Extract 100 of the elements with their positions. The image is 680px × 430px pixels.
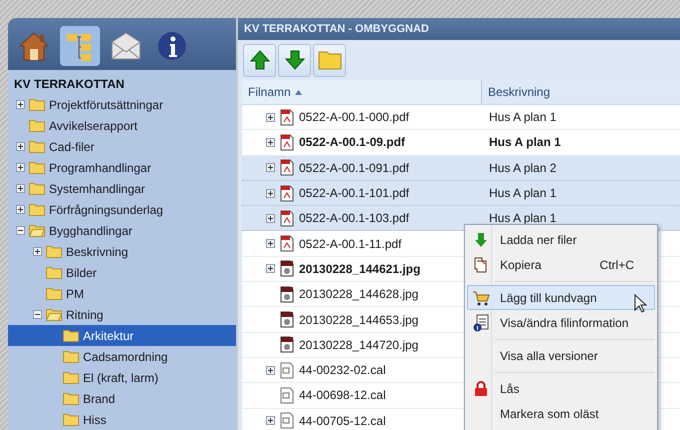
- open-folder-icon: [29, 224, 45, 237]
- expand-toggle-icon[interactable]: [266, 188, 275, 198]
- image-file-icon: [280, 286, 294, 303]
- folder-icon: [29, 98, 45, 111]
- file-name: 20130228_144653.jpg: [299, 312, 418, 329]
- pdf-file-icon: [280, 108, 294, 126]
- expand-toggle-icon[interactable]: [16, 184, 25, 193]
- expand-toggle-icon[interactable]: [266, 366, 275, 375]
- file-name: 44-00232-02.cal: [299, 362, 386, 380]
- file-name: 0522-A-00.1-091.pdf: [299, 160, 410, 177]
- expand-toggle-icon[interactable]: [16, 163, 25, 172]
- expand-toggle-icon[interactable]: [33, 247, 42, 256]
- column-header[interactable]: Filnamn: [242, 80, 482, 104]
- down-arrow-icon: [284, 49, 306, 71]
- tree-item[interactable]: Arkitektur: [8, 325, 236, 346]
- file-name: 0522-A-00.1-000.pdf: [299, 109, 410, 126]
- file-description: Hus A plan 2: [488, 160, 556, 177]
- image-file-icon: [280, 311, 294, 328]
- tree-item[interactable]: Bilder: [8, 262, 236, 283]
- cart-icon: [472, 290, 490, 306]
- file-row[interactable]: 0522-A-00.1-091.pdf Hus A plan 2: [242, 156, 680, 181]
- file-info-icon: [473, 314, 489, 332]
- file-row[interactable]: 0522-A-00.1-09.pdf Hus A plan 1: [242, 130, 680, 156]
- document-file-icon: [280, 412, 294, 430]
- down-arrow-icon: [473, 232, 489, 248]
- toolbar-button[interactable]: [278, 44, 311, 76]
- pdf-file-icon: [280, 134, 294, 151]
- folder-icon: [63, 329, 79, 342]
- folder-icon: [29, 119, 45, 132]
- collapse-toggle-icon[interactable]: [33, 310, 42, 319]
- expand-toggle-icon[interactable]: [16, 100, 25, 109]
- panel-title: KV TERRAKOTTAN - OMBYGGNAD: [238, 18, 680, 40]
- file-name: 20130228_144720.jpg: [299, 336, 418, 354]
- tree-item[interactable]: Systemhandlingar: [8, 178, 236, 199]
- sort-ascending-icon: [294, 90, 302, 94]
- expand-toggle-icon[interactable]: [16, 142, 25, 151]
- tree-item[interactable]: Förfrågningsunderlag: [8, 199, 236, 220]
- folder-icon: [318, 50, 342, 70]
- copy-icon: [473, 256, 489, 272]
- tree-item[interactable]: Brand: [8, 388, 236, 409]
- file-name: 20130228_144621.jpg: [299, 260, 420, 278]
- document-file-icon: [280, 362, 294, 379]
- folder-icon: [63, 371, 79, 384]
- shortcut-label: Ctrl+C: [600, 256, 635, 274]
- expand-toggle-icon[interactable]: [266, 214, 275, 223]
- tree-item[interactable]: Bygghandlingar: [8, 220, 236, 241]
- tree-item[interactable]: Avvikelserapport: [8, 115, 236, 136]
- tree-item[interactable]: El (kraft, larm): [8, 367, 236, 388]
- mouse-pointer-icon: [634, 294, 647, 313]
- expand-toggle-icon[interactable]: [16, 205, 25, 214]
- file-name: 0522-A-00.1-103.pdf: [299, 210, 410, 228]
- file-description: Hus A plan 1: [488, 134, 561, 152]
- padlock-icon: [474, 380, 488, 396]
- folder-icon: [29, 161, 45, 174]
- menu-item[interactable]: Lägg till kundvagn: [467, 285, 655, 310]
- file-name: 44-00698-12.cal: [299, 387, 386, 404]
- file-row[interactable]: 0522-A-00.1-101.pdf Hus A plan 1: [242, 180, 680, 206]
- folder-icon: [29, 140, 45, 153]
- expand-toggle-icon[interactable]: [266, 138, 275, 147]
- file-name: 44-00705-12.cal: [299, 412, 386, 430]
- folder-icon: [63, 350, 79, 363]
- tree-item[interactable]: Beskrivning: [8, 241, 236, 262]
- file-description: Hus A plan 1: [488, 210, 556, 228]
- folder-icon: [29, 182, 45, 195]
- document-file-icon: [280, 386, 294, 404]
- tree-item[interactable]: Cad-filer: [8, 136, 236, 157]
- tree-item[interactable]: Projektförutsättningar: [8, 94, 236, 115]
- pdf-file-icon: [280, 210, 294, 227]
- file-description: Hus A plan 1: [488, 109, 556, 126]
- collapse-toggle-icon[interactable]: [16, 226, 25, 235]
- file-name: 0522-A-00.1-101.pdf: [299, 185, 410, 202]
- pdf-file-icon: [280, 159, 294, 176]
- expand-toggle-icon[interactable]: [266, 163, 275, 172]
- up-arrow-icon: [248, 49, 270, 71]
- expand-toggle-icon[interactable]: [266, 264, 275, 274]
- tree-item[interactable]: Cadsamordning: [8, 346, 236, 367]
- column-header[interactable]: Beskrivning: [482, 80, 680, 104]
- toolbar-button[interactable]: [243, 44, 276, 76]
- folder-icon: [29, 203, 45, 216]
- menu-item[interactable]: Visa/ändra filinformation: [467, 310, 655, 335]
- image-file-icon: [280, 336, 294, 354]
- expand-toggle-icon[interactable]: [266, 239, 275, 248]
- tree-item[interactable]: Programhandlingar: [8, 157, 236, 178]
- folder-icon: [46, 245, 62, 258]
- folder-icon: [46, 266, 62, 279]
- pdf-file-icon: [280, 235, 294, 252]
- expand-toggle-icon[interactable]: [266, 112, 275, 122]
- folder-icon: [63, 413, 79, 426]
- tree-item[interactable]: Hiss: [8, 409, 236, 430]
- folder-icon: [46, 287, 62, 300]
- pdf-file-icon: [280, 184, 294, 202]
- tree-item[interactable]: Ritning: [8, 304, 236, 325]
- file-name: 0522-A-00.1-09.pdf: [299, 134, 406, 152]
- tree-item[interactable]: PM: [8, 283, 236, 304]
- file-name: 0522-A-00.1-11.pdf: [299, 236, 402, 253]
- file-row[interactable]: 0522-A-00.1-000.pdf Hus A plan 1: [242, 105, 680, 130]
- expand-toggle-icon[interactable]: [266, 416, 275, 426]
- tree-title: KV TERRAKOTTAN: [13, 76, 126, 93]
- open-folder-icon: [46, 308, 62, 321]
- image-file-icon: [280, 260, 294, 278]
